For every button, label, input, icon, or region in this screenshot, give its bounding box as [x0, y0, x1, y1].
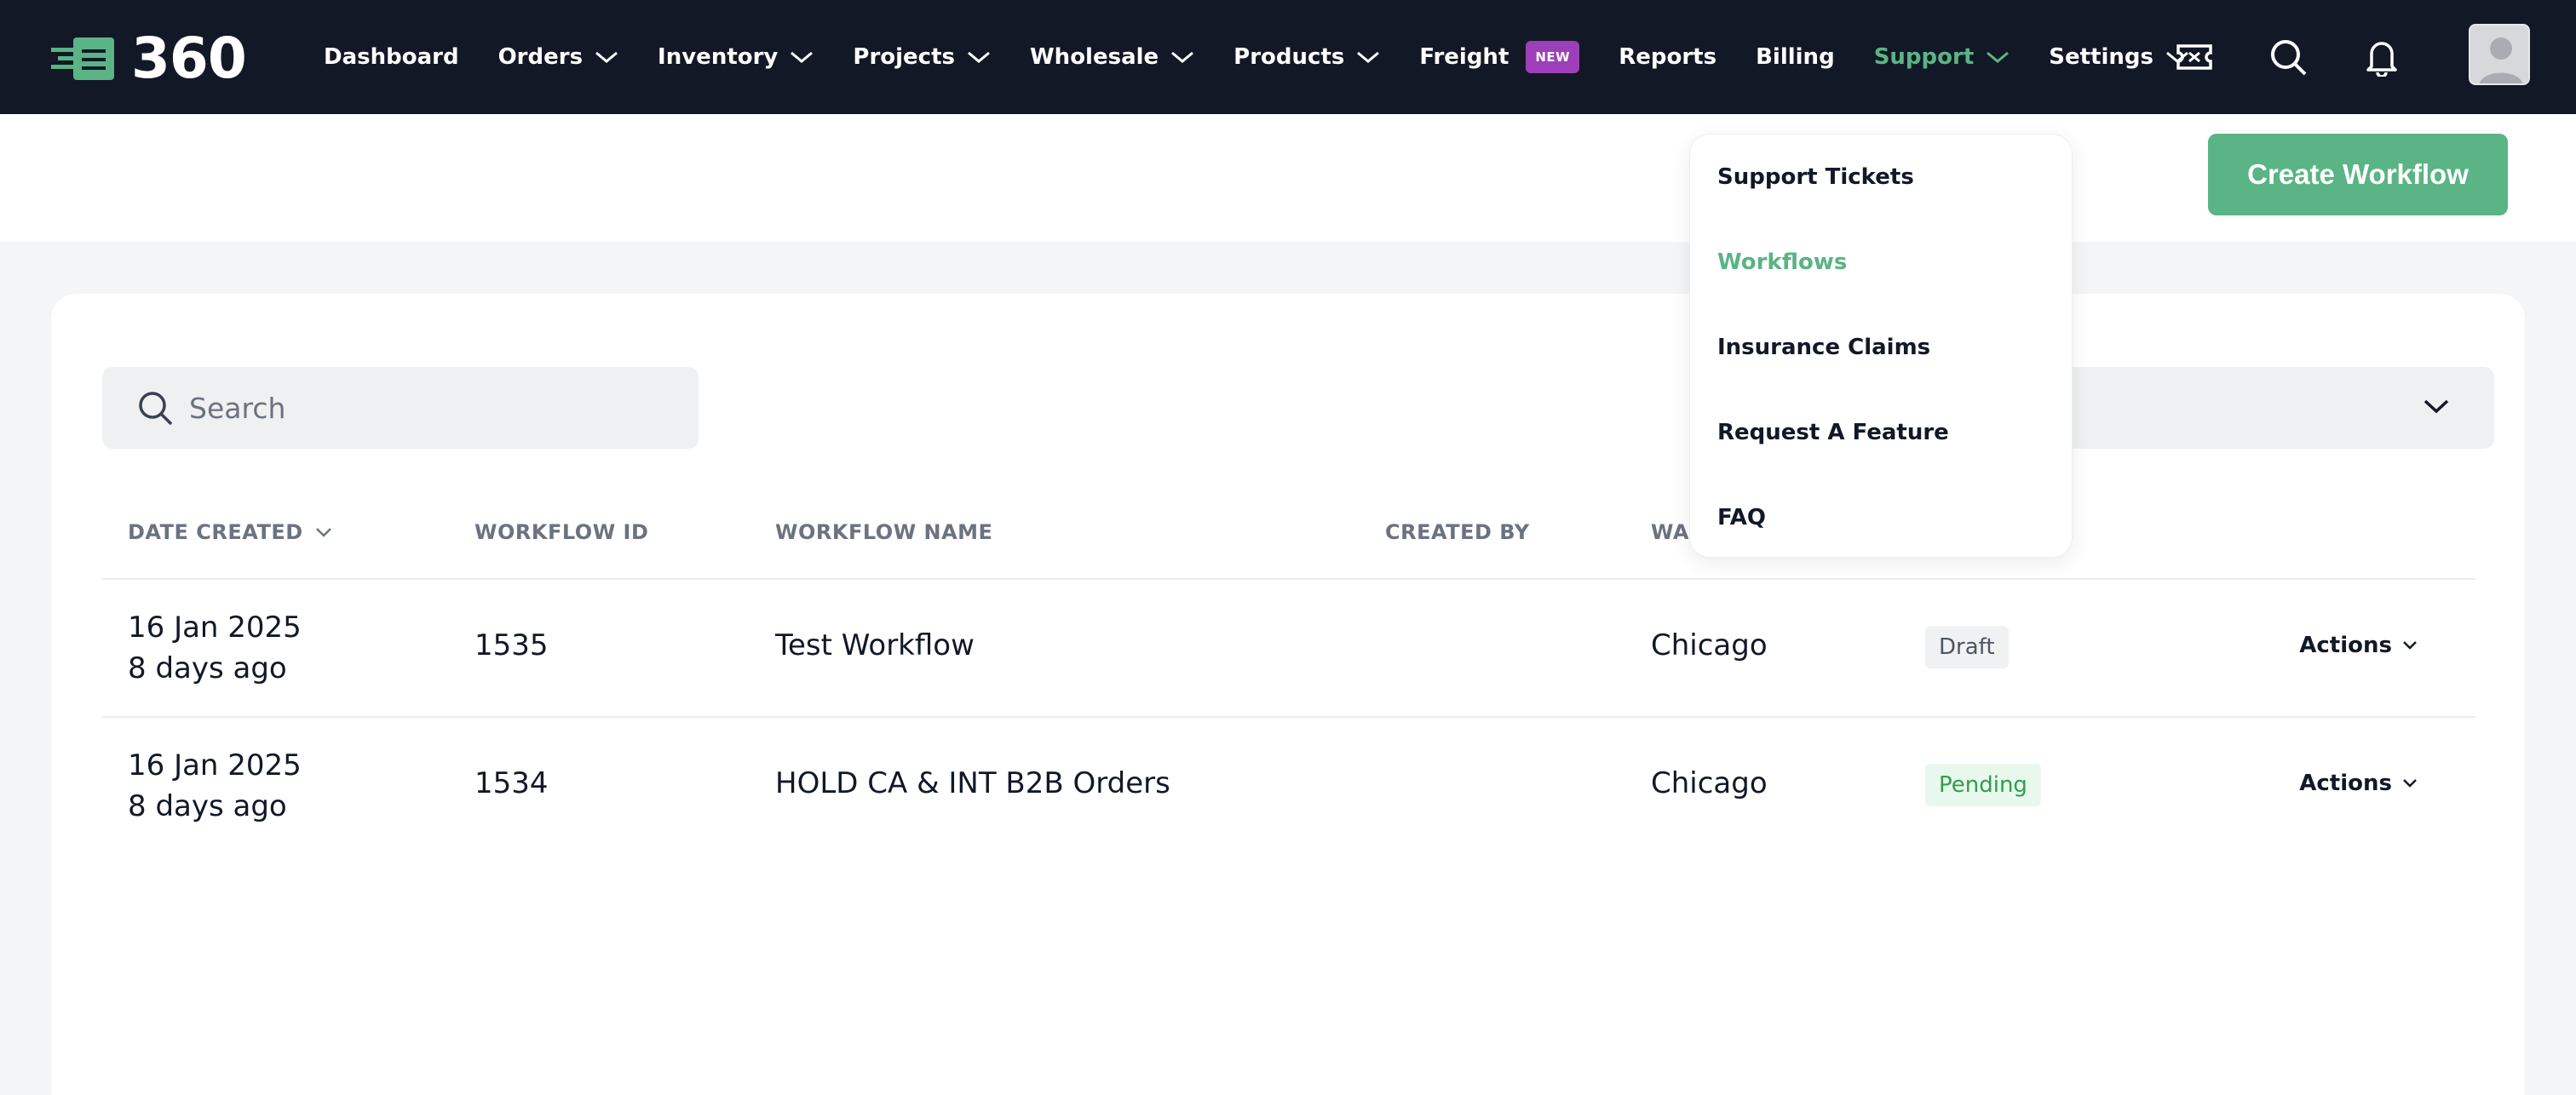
chevron-down-icon	[1171, 51, 1194, 63]
column-label: WA	[1651, 520, 1689, 544]
menu-item-insurance-claims[interactable]: Insurance Claims	[1717, 335, 1930, 360]
workflows-table: DATE CREATED WORKFLOW ID WORKFLOW NAME C…	[102, 478, 2475, 856]
search-icon	[139, 392, 173, 426]
nav-label: Inventory	[658, 44, 779, 70]
chevron-down-icon	[791, 51, 814, 63]
table-row[interactable]: 16 Jan 2025 8 days ago 1534 HOLD CA & IN…	[102, 718, 2475, 856]
date-cell: 16 Jan 2025 8 days ago	[128, 607, 302, 689]
relative-date: 8 days ago	[128, 789, 287, 823]
actions-button[interactable]: Actions	[2299, 771, 2418, 796]
support-dropdown-menu: Support Tickets Workflows Insurance Clai…	[1689, 134, 2073, 558]
date-created: 16 Jan 2025	[128, 611, 302, 645]
actions-label: Actions	[2299, 771, 2392, 796]
chevron-down-icon	[2403, 779, 2417, 788]
nav-icon-group	[2125, 0, 2406, 114]
create-workflow-button[interactable]: Create Workflow	[2208, 134, 2508, 215]
nav-label: Support	[1873, 44, 1975, 70]
new-badge: NEW	[1526, 41, 1580, 73]
nav-projects[interactable]: Projects	[853, 44, 991, 70]
chevron-down-icon	[968, 51, 990, 63]
brand-logo[interactable]: 360	[49, 26, 247, 91]
search-input[interactable]	[189, 391, 615, 425]
workflow-name[interactable]: HOLD CA & INT B2B Orders	[775, 766, 1170, 800]
nav-dashboard[interactable]: Dashboard	[324, 44, 459, 70]
relative-date: 8 days ago	[128, 651, 287, 685]
brand-text: 360	[131, 26, 247, 91]
nav-billing[interactable]: Billing	[1756, 44, 1835, 70]
user-icon	[2479, 37, 2523, 83]
top-nav: 360 Dashboard Orders Inventory Projects …	[0, 0, 2576, 114]
page-header: Create Workflow	[0, 114, 2576, 242]
nav-products[interactable]: Products	[1233, 44, 1380, 70]
chevron-down-icon	[2424, 399, 2449, 414]
nav-orders[interactable]: Orders	[498, 44, 618, 70]
logo-icon	[51, 37, 114, 80]
date-cell: 16 Jan 2025 8 days ago	[128, 745, 302, 827]
search-icon[interactable]	[2264, 33, 2312, 81]
actions-button[interactable]: Actions	[2299, 633, 2418, 658]
nav-label: Products	[1233, 44, 1345, 70]
column-label: WORKFLOW NAME	[775, 520, 993, 544]
status-badge: Pending	[1925, 764, 2041, 806]
nav-label: Wholesale	[1030, 44, 1159, 70]
table-header: DATE CREATED WORKFLOW ID WORKFLOW NAME C…	[102, 478, 2475, 580]
bell-icon[interactable]	[2358, 33, 2406, 81]
workflow-id: 1534	[474, 766, 549, 800]
sort-chevron-icon	[315, 528, 331, 537]
workflows-card: l DATE CREATED WORKFLOW ID WORKFLOW NAME…	[51, 294, 2525, 1095]
column-created-by: CREATED BY	[1385, 520, 1530, 544]
status-badge: Draft	[1925, 626, 2009, 668]
column-warehouse: WA	[1651, 520, 1689, 544]
menu-item-workflows[interactable]: Workflows	[1717, 249, 1847, 275]
nav-wholesale[interactable]: Wholesale	[1030, 44, 1194, 70]
menu-item-request-a-feature[interactable]: Request A Feature	[1717, 420, 1949, 445]
warehouse: Chicago	[1651, 628, 1768, 662]
menu-item-support-tickets[interactable]: Support Tickets	[1717, 164, 1914, 190]
workflow-id: 1535	[474, 628, 549, 662]
column-workflow-name: WORKFLOW NAME	[775, 520, 992, 544]
nav-label: Projects	[853, 44, 955, 70]
search-box[interactable]	[102, 367, 699, 449]
nav-support[interactable]: Support	[1874, 44, 2010, 70]
column-label: CREATED BY	[1385, 520, 1530, 544]
nav-label: Reports	[1619, 44, 1717, 70]
nav-freight[interactable]: Freight NEW	[1419, 41, 1580, 73]
column-workflow-id: WORKFLOW ID	[474, 520, 648, 544]
nav-label: Orders	[497, 44, 584, 70]
column-label: WORKFLOW ID	[474, 520, 649, 544]
main-nav: Dashboard Orders Inventory Projects Whol…	[324, 0, 2228, 114]
chevron-down-icon	[595, 51, 618, 63]
chevron-down-icon	[1987, 51, 2010, 63]
chevron-down-icon	[2403, 641, 2417, 650]
nav-label: Freight	[1419, 44, 1509, 70]
nav-reports[interactable]: Reports	[1619, 44, 1716, 70]
nav-label: Dashboard	[324, 44, 459, 70]
column-label: DATE CREATED	[128, 520, 303, 544]
column-date-created[interactable]: DATE CREATED	[128, 520, 332, 544]
workflow-name[interactable]: Test Workflow	[775, 628, 975, 662]
ticket-icon[interactable]	[2171, 33, 2218, 81]
table-row[interactable]: 16 Jan 2025 8 days ago 1535 Test Workflo…	[102, 580, 2475, 718]
warehouse: Chicago	[1651, 766, 1768, 800]
nav-label: Billing	[1756, 44, 1835, 70]
nav-inventory[interactable]: Inventory	[658, 44, 814, 70]
date-created: 16 Jan 2025	[128, 748, 302, 783]
avatar[interactable]	[2469, 24, 2530, 85]
chevron-down-icon	[1357, 51, 1380, 63]
menu-item-faq[interactable]: FAQ	[1717, 505, 1766, 530]
actions-label: Actions	[2299, 633, 2392, 658]
